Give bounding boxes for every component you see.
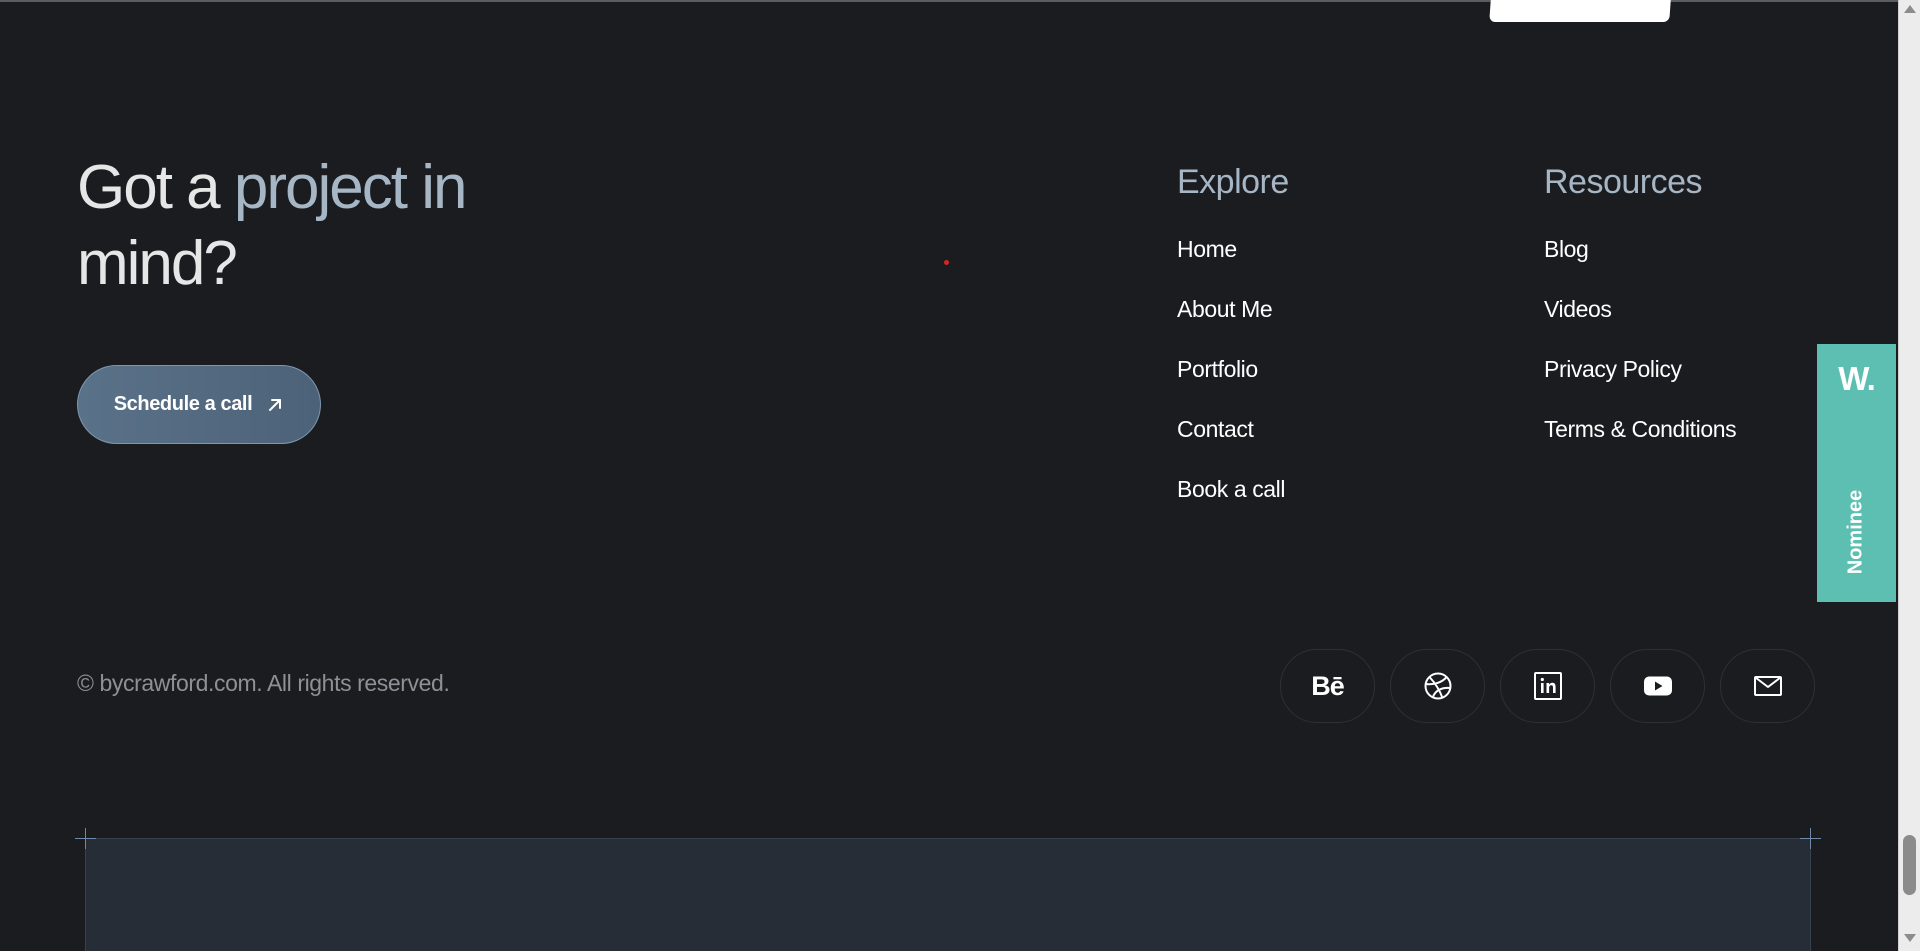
linkedin-icon — [1533, 672, 1562, 700]
explore-link-contact[interactable]: Contact — [1177, 412, 1289, 472]
top-tab-shape[interactable] — [1489, 0, 1671, 22]
explore-link-portfolio[interactable]: Portfolio — [1177, 352, 1289, 412]
link-terms-conditions[interactable]: Terms & Conditions — [1544, 416, 1737, 442]
headline-part-1: Got a — [77, 153, 234, 222]
resources-column: Resources Blog Videos Privacy Policy Ter… — [1544, 158, 1737, 472]
resources-link-terms[interactable]: Terms & Conditions — [1544, 412, 1737, 472]
scroll-up-arrow-icon[interactable] — [1904, 5, 1916, 13]
link-videos[interactable]: Videos — [1544, 296, 1612, 322]
mail-icon — [1753, 676, 1782, 696]
link-privacy-policy[interactable]: Privacy Policy — [1544, 356, 1682, 382]
resources-links: Blog Videos Privacy Policy Terms & Condi… — [1544, 232, 1737, 472]
cursor-dot — [944, 260, 949, 265]
nominee-label: Nominee — [1844, 489, 1867, 575]
scrollbar-thumb[interactable] — [1903, 835, 1916, 895]
youtube-icon — [1643, 676, 1672, 696]
resources-title: Resources — [1544, 163, 1703, 201]
dribbble-icon — [1424, 672, 1451, 700]
explore-links: Home About Me Portfolio Contact Book a c… — [1177, 232, 1289, 532]
copyright-text: © bycrawford.com. All rights reserved. — [77, 670, 450, 696]
mail-button[interactable] — [1720, 649, 1815, 723]
page: Got a project in mind? Schedule a call Ex… — [0, 0, 1920, 951]
link-blog[interactable]: Blog — [1544, 236, 1589, 262]
footer-headline: Got a project in mind? — [77, 150, 637, 302]
vertical-scrollbar[interactable] — [1898, 0, 1920, 951]
behance-icon: Bē — [1311, 670, 1345, 701]
youtube-button[interactable] — [1610, 649, 1705, 723]
resources-link-videos[interactable]: Videos — [1544, 292, 1736, 352]
bottom-panel — [85, 838, 1811, 951]
arrow-up-right-icon — [269, 398, 282, 411]
plus-marker-right-icon — [1800, 828, 1821, 849]
link-home[interactable]: Home — [1177, 236, 1237, 262]
headline-part-3: mind? — [77, 229, 238, 298]
plus-marker-left-icon — [75, 828, 96, 849]
explore-link-home[interactable]: Home — [1177, 232, 1289, 292]
schedule-call-button[interactable]: Schedule a call — [77, 365, 321, 444]
social-links: Bē — [1280, 649, 1815, 723]
scroll-down-arrow-icon[interactable] — [1904, 934, 1916, 942]
resources-link-blog[interactable]: Blog — [1544, 232, 1736, 292]
explore-title: Explore — [1177, 163, 1289, 201]
explore-link-book[interactable]: Book a call — [1177, 472, 1289, 532]
link-contact[interactable]: Contact — [1177, 416, 1254, 442]
explore-link-about[interactable]: About Me — [1177, 292, 1289, 352]
nominee-logo: W. — [1838, 360, 1876, 397]
link-book-a-call[interactable]: Book a call — [1177, 476, 1286, 502]
dribbble-button[interactable] — [1390, 649, 1485, 723]
link-about-me[interactable]: About Me — [1177, 296, 1273, 322]
resources-link-privacy[interactable]: Privacy Policy — [1544, 352, 1736, 412]
link-portfolio[interactable]: Portfolio — [1177, 356, 1258, 382]
headline-part-2: project in — [233, 153, 468, 222]
awwwards-nominee-badge[interactable]: W. Nominee — [1817, 344, 1896, 602]
behance-button[interactable]: Bē — [1280, 649, 1375, 723]
schedule-call-label: Schedule a call — [113, 393, 253, 415]
linkedin-button[interactable] — [1500, 649, 1595, 723]
explore-column: Explore Home About Me Portfolio Contact … — [1177, 158, 1289, 532]
